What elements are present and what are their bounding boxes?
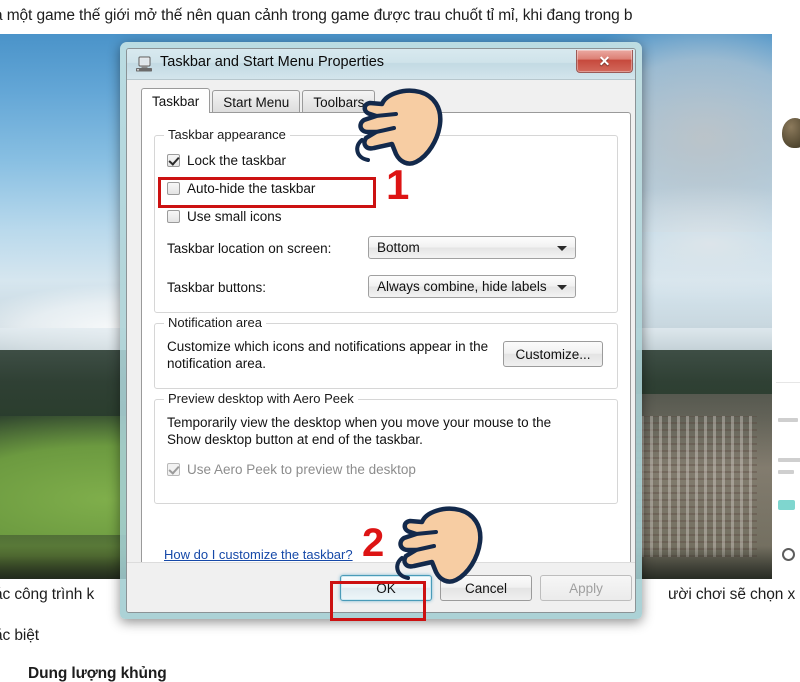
checkbox-auto-hide-the-taskbar-box[interactable] xyxy=(167,182,180,195)
customize-button[interactable]: Customize... xyxy=(503,341,603,367)
sidebar-circle-icon[interactable] xyxy=(782,548,795,561)
sidebar-text-placeholder xyxy=(778,458,800,462)
sidebar-divider xyxy=(776,382,800,383)
tab-start-menu[interactable]: Start Menu xyxy=(212,90,301,113)
checkbox-use-small-icons-box[interactable] xyxy=(167,210,180,223)
right-sidebar-panel xyxy=(772,0,800,682)
aero-description-line2: Show desktop button at end of the taskba… xyxy=(167,432,423,447)
chevron-down-icon xyxy=(557,245,567,251)
checkbox-use-aero-peek-box[interactable] xyxy=(167,463,180,476)
apply-button-label: Apply xyxy=(569,580,603,596)
step-number-2: 2 xyxy=(361,521,385,565)
help-link-customize-taskbar[interactable]: How do I customize the taskbar? xyxy=(164,547,353,562)
close-icon[interactable]: ✕ xyxy=(576,50,633,73)
dialog-titlebar[interactable]: Taskbar and Start Menu Properties ✕ xyxy=(127,49,635,80)
tab-taskbar[interactable]: Taskbar xyxy=(141,88,211,113)
apply-button: Apply xyxy=(540,575,632,601)
notification-description-line2: notification area. xyxy=(167,356,267,371)
tab-strip: Taskbar Start Menu Toolbars xyxy=(141,88,377,113)
monitor-icon xyxy=(135,56,153,73)
customize-button-label: Customize... xyxy=(515,346,591,362)
article-bottom-left: ác công trình k xyxy=(0,586,95,603)
sidebar-text-placeholder xyxy=(778,418,798,422)
tab-taskbar-label: Taskbar xyxy=(152,93,200,109)
article-bottom-line2: ặc biệt xyxy=(0,627,39,644)
sidebar-text-placeholder xyxy=(778,470,794,474)
avatar xyxy=(782,118,800,148)
dialog-button-bar: OK Cancel Apply xyxy=(127,562,635,612)
checkbox-lock-the-taskbar-box[interactable] xyxy=(167,154,180,167)
group-notification-area: Notification area Customize which icons … xyxy=(154,315,618,389)
article-bottom-right: ười chơi sẽ chọn x xyxy=(668,586,796,603)
label-taskbar-location: Taskbar location on screen: xyxy=(167,241,332,256)
aero-description-line1: Temporarily view the desktop when you mo… xyxy=(167,415,552,430)
pointing-hand-icon xyxy=(392,500,490,597)
notification-description: Customize which icons and notifications … xyxy=(167,338,497,372)
select-taskbar-location-value: Bottom xyxy=(377,240,420,255)
checkbox-lock-the-taskbar-label: Lock the taskbar xyxy=(187,153,287,168)
chevron-down-icon xyxy=(557,284,567,290)
checkbox-auto-hide-the-taskbar[interactable]: Auto-hide the taskbar xyxy=(167,181,315,196)
checkbox-use-aero-peek[interactable]: Use Aero Peek to preview the desktop xyxy=(167,462,416,477)
tab-start-menu-label: Start Menu xyxy=(223,94,290,110)
checkbox-use-small-icons-label: Use small icons xyxy=(187,209,282,224)
pointing-hand-icon xyxy=(352,82,450,179)
checkbox-auto-hide-the-taskbar-label: Auto-hide the taskbar xyxy=(187,181,316,196)
select-taskbar-buttons-value: Always combine, hide labels xyxy=(377,279,547,294)
group-notification-area-legend: Notification area xyxy=(164,315,266,330)
article-bottom-heading: Dung lượng khủng xyxy=(28,665,167,682)
label-taskbar-buttons: Taskbar buttons: xyxy=(167,280,267,295)
close-icon-glyph: ✕ xyxy=(598,53,611,69)
aero-description: Temporarily view the desktop when you mo… xyxy=(167,414,597,448)
select-taskbar-location[interactable]: Bottom xyxy=(368,236,576,259)
select-taskbar-buttons[interactable]: Always combine, hide labels xyxy=(368,275,576,298)
checkbox-use-small-icons[interactable]: Use small icons xyxy=(167,209,282,224)
checkbox-use-aero-peek-label: Use Aero Peek to preview the desktop xyxy=(187,462,416,477)
group-aero-peek-legend: Preview desktop with Aero Peek xyxy=(164,391,358,406)
screenshot-root: à một game thế giới mở thế nên quan cảnh… xyxy=(0,0,800,682)
dialog-title: Taskbar and Start Menu Properties xyxy=(160,54,385,70)
article-top-line: à một game thế giới mở thế nên quan cảnh… xyxy=(0,7,633,24)
group-aero-peek: Preview desktop with Aero Peek Temporari… xyxy=(154,391,618,504)
checkbox-lock-the-taskbar[interactable]: Lock the taskbar xyxy=(167,153,286,168)
notification-description-line1: Customize which icons and notifications … xyxy=(167,339,489,354)
sidebar-chip[interactable] xyxy=(778,500,795,510)
group-taskbar-appearance-legend: Taskbar appearance xyxy=(164,127,290,142)
